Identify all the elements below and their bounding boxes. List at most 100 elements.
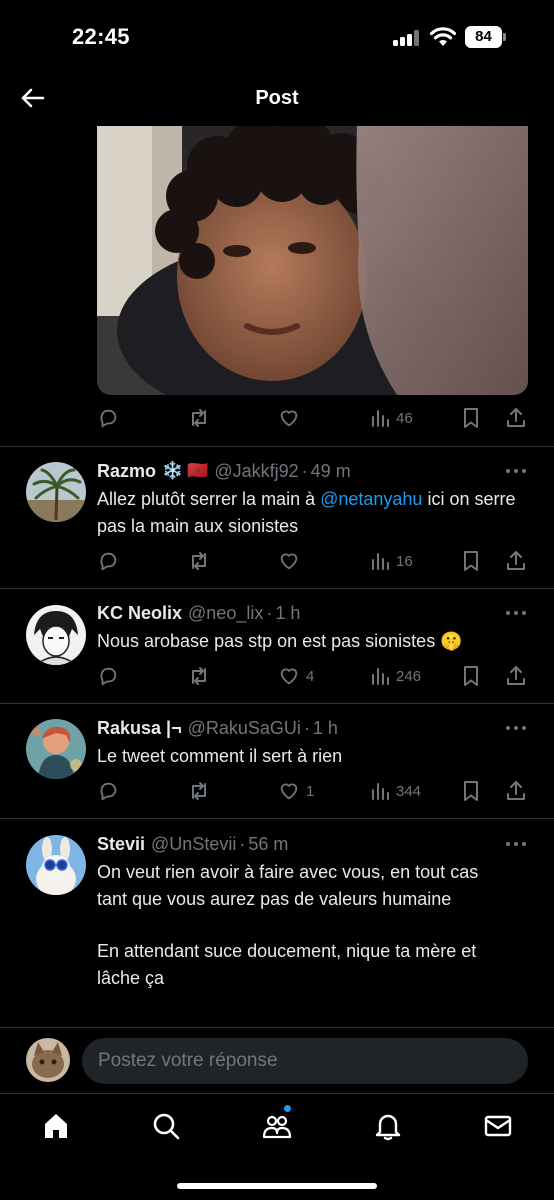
more-options-icon[interactable] [505, 840, 527, 848]
views-icon [372, 553, 389, 570]
like-button[interactable] [278, 404, 300, 432]
avatar[interactable] [26, 719, 86, 779]
page-title: Post [255, 87, 299, 109]
mail-icon [484, 1115, 512, 1137]
reply-button[interactable] [97, 547, 119, 575]
home-indicator [177, 1183, 377, 1189]
tab-messages[interactable] [482, 1110, 514, 1142]
reply-text: On veut rien avoir à faire avec vous, en… [97, 859, 507, 992]
cellular-signal-icon [393, 30, 421, 46]
user-handle[interactable]: @neo_lix [188, 603, 263, 624]
repost-button[interactable] [187, 404, 211, 432]
display-name[interactable]: Rakusa |¬ [97, 718, 182, 739]
bookmark-icon [464, 408, 478, 428]
display-name[interactable]: Stevii [97, 834, 145, 855]
repost-button[interactable] [187, 662, 211, 690]
my-avatar[interactable] [26, 1038, 70, 1082]
avatar[interactable] [26, 835, 86, 895]
heart-icon [280, 783, 298, 800]
avatar[interactable] [26, 462, 86, 522]
flag-badge: 🇲🇦 [187, 461, 209, 480]
bookmark-button[interactable] [461, 777, 481, 805]
views-icon [372, 668, 389, 685]
reply-item[interactable]: Stevii @UnStevii · 56 m On veut rien avo… [0, 819, 554, 1027]
like-button[interactable]: 4 [278, 662, 314, 690]
share-button[interactable] [505, 662, 527, 690]
timestamp: 1 h [275, 602, 301, 623]
bookmark-button[interactable] [461, 662, 481, 690]
views-count: 46 [396, 409, 413, 427]
like-button[interactable]: 1 [278, 777, 314, 805]
display-name[interactable]: Razmo [97, 461, 156, 482]
more-options-icon[interactable] [505, 724, 527, 732]
tab-home[interactable] [40, 1110, 72, 1142]
reply-text: Nous arobase pas stp on est pas sioniste… [97, 631, 463, 651]
repost-icon [192, 409, 206, 427]
user-handle[interactable]: @UnStevii [151, 834, 236, 855]
reply-text: Allez plutôt serrer la main à @netanyahu… [97, 489, 516, 536]
views-button[interactable]: 16 [370, 547, 413, 575]
reply-button[interactable] [97, 662, 119, 690]
share-icon [507, 781, 525, 800]
share-button[interactable] [505, 404, 527, 432]
views-icon [372, 410, 389, 427]
reply-icon [100, 667, 117, 686]
status-bar: 22:45 84 [0, 0, 554, 72]
views-button[interactable]: 46 [370, 404, 413, 432]
repost-icon [192, 552, 206, 570]
display-name[interactable]: KC Neolix [97, 603, 182, 624]
reply-composer: Postez votre réponse [0, 1027, 554, 1093]
communities-icon [262, 1115, 292, 1139]
mention-link[interactable]: @netanyahu [320, 489, 422, 509]
views-count: 344 [396, 782, 422, 800]
timestamp: 49 m [310, 460, 351, 481]
reply-text: Le tweet comment il sert à rien [97, 746, 343, 766]
home-icon [45, 1114, 67, 1138]
reply-button[interactable] [97, 404, 119, 432]
post-photo[interactable] [97, 126, 528, 395]
avatar[interactable] [26, 605, 86, 665]
repost-button[interactable] [187, 547, 211, 575]
user-handle[interactable]: @RakuSaGUi [188, 718, 301, 739]
post-action-bar: 46 [97, 404, 537, 432]
reply-button[interactable] [97, 777, 119, 805]
search-icon [153, 1113, 180, 1140]
more-options-icon[interactable] [505, 609, 527, 617]
reply-action-bar: 1 344 [97, 777, 537, 805]
reply-item[interactable]: Rakusa |¬ @RakuSaGUi · 1 h Le tweet comm… [0, 704, 554, 818]
more-options-icon[interactable] [505, 467, 527, 475]
share-icon [507, 666, 525, 685]
reply-header: Razmo ❄️ 🇲🇦 @Jakkfj92 · 49 m [97, 460, 351, 482]
wifi-icon [429, 26, 457, 48]
repost-button[interactable] [187, 777, 211, 805]
battery-level: 84 [465, 26, 502, 48]
bookmark-icon [464, 551, 478, 571]
reply-paragraph: On veut rien avoir à faire avec vous, en… [97, 862, 479, 909]
reply-action-bar: 4 246 [97, 662, 537, 690]
share-button[interactable] [505, 777, 527, 805]
like-button[interactable] [278, 547, 300, 575]
heart-icon [280, 553, 298, 570]
user-handle[interactable]: @Jakkfj92 [214, 461, 298, 482]
reply-header: Rakusa |¬ @RakuSaGUi · 1 h [97, 717, 338, 739]
bookmark-button[interactable] [461, 404, 481, 432]
communities-notification-dot [283, 1104, 292, 1113]
reply-item[interactable]: KC Neolix @neo_lix · 1 h Nous arobase pa… [0, 589, 554, 703]
reply-input[interactable]: Postez votre réponse [82, 1038, 528, 1084]
repost-icon [192, 782, 206, 800]
views-button[interactable]: 246 [370, 662, 421, 690]
tab-communities[interactable] [261, 1110, 293, 1142]
share-icon [507, 408, 525, 427]
reply-icon [100, 782, 117, 801]
reply-item[interactable]: Razmo ❄️ 🇲🇦 @Jakkfj92 · 49 m Allez plutô… [0, 447, 554, 588]
bell-icon [375, 1114, 401, 1141]
battery-icon: 84 [465, 26, 506, 48]
bookmark-button[interactable] [461, 547, 481, 575]
tab-search[interactable] [150, 1110, 182, 1142]
views-count: 16 [396, 552, 413, 570]
views-button[interactable]: 344 [370, 777, 421, 805]
heart-icon [280, 668, 298, 685]
bookmark-icon [464, 781, 478, 801]
tab-notifications[interactable] [372, 1110, 404, 1142]
share-button[interactable] [505, 547, 527, 575]
